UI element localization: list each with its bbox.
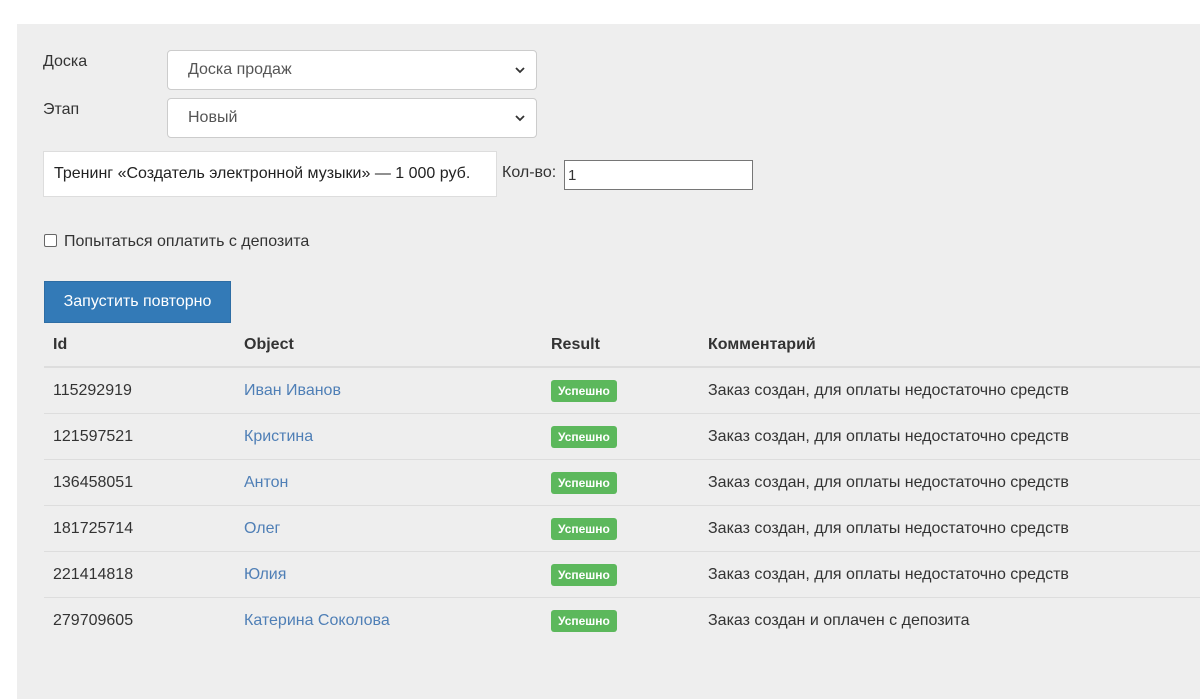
quantity-input[interactable]: 1 (564, 160, 753, 190)
column-header-object: Object (235, 324, 542, 368)
row-comment: Заказ создан, для оплаты недостаточно ср… (699, 505, 1200, 552)
stage-select[interactable]: Новый (167, 98, 537, 138)
table-row: 279709605 Катерина Соколова Успешно Зака… (44, 598, 1200, 644)
object-link[interactable]: Олег (244, 520, 280, 537)
row-comment: Заказ создан, для оплаты недостаточно ср… (699, 551, 1200, 598)
status-badge: Успешно (551, 379, 617, 402)
status-badge: Успешно (551, 425, 617, 448)
chevron-down-icon (515, 67, 525, 74)
table-row: 136458051 Антон Успешно Заказ создан, дл… (44, 459, 1200, 506)
column-header-result: Result (542, 324, 699, 368)
row-id: 221414818 (44, 551, 235, 598)
object-link[interactable]: Кристина (244, 428, 313, 445)
table-row: 115292919 Иван Иванов Успешно Заказ созд… (44, 367, 1200, 414)
results-table: Id Object Result Комментарий 115292919 И… (44, 324, 1200, 643)
board-label: Доска (43, 53, 88, 70)
deposit-checkbox-label[interactable]: Попытаться оплатить с депозита (64, 233, 309, 251)
row-id: 115292919 (44, 367, 235, 414)
column-header-id: Id (44, 324, 235, 368)
table-row: 181725714 Олег Успешно Заказ создан, для… (44, 505, 1200, 552)
row-comment: Заказ создан и оплачен с депозита (708, 611, 970, 629)
status-badge: Успешно (551, 517, 617, 540)
object-link[interactable]: Юлия (244, 566, 286, 583)
object-link[interactable]: Иван Иванов (244, 382, 341, 399)
form-panel: Доска Доска продаж Этап Новый Тренинг «С… (17, 24, 1200, 699)
product-item: Тренинг «Создатель электронной музыки» —… (43, 151, 497, 197)
quantity-label: Кол-во: (502, 164, 557, 181)
board-select[interactable]: Доска продаж (167, 50, 537, 90)
stage-select-value: Новый (188, 109, 238, 126)
column-header-comment: Комментарий (699, 324, 1200, 368)
status-badge: Успешно (551, 563, 617, 586)
deposit-checkbox[interactable] (44, 234, 57, 247)
stage-label: Этап (43, 101, 80, 118)
row-id: 136458051 (44, 459, 235, 506)
row-id: 279709605 (53, 611, 134, 629)
status-badge: Успешно (551, 471, 617, 494)
object-link[interactable]: Катерина Соколова (244, 612, 390, 629)
table-row: 221414818 Юлия Успешно Заказ создан, для… (44, 551, 1200, 598)
board-select-value: Доска продаж (188, 61, 292, 78)
status-badge: Успешно (551, 609, 617, 632)
table-row: 121597521 Кристина Успешно Заказ создан,… (44, 413, 1200, 460)
table-header-row: Id Object Result Комментарий (44, 324, 1200, 368)
row-id: 181725714 (44, 505, 235, 552)
rerun-button[interactable]: Запустить повторно (44, 281, 231, 323)
row-comment: Заказ создан, для оплаты недостаточно ср… (699, 413, 1200, 460)
object-link[interactable]: Антон (244, 474, 288, 491)
row-id: 121597521 (44, 413, 235, 460)
row-comment: Заказ создан, для оплаты недостаточно ср… (699, 367, 1200, 414)
chevron-down-icon (515, 115, 525, 122)
row-comment: Заказ создан, для оплаты недостаточно ср… (699, 459, 1200, 506)
